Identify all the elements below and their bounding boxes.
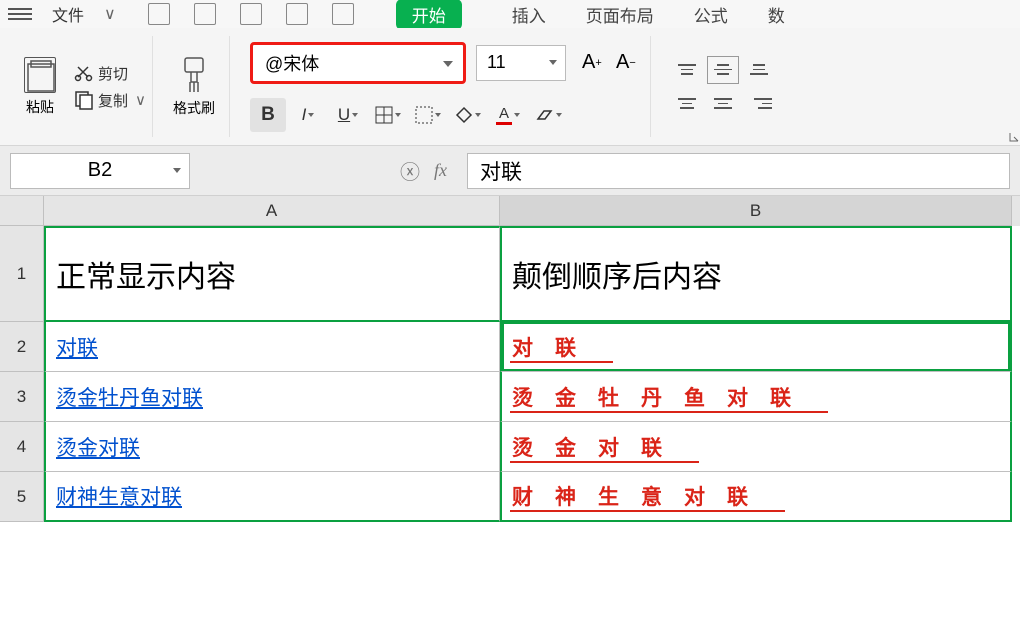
align-center-button[interactable] xyxy=(707,90,739,118)
qa-icon-1[interactable] xyxy=(148,3,170,25)
copy-label: 复制 xyxy=(98,90,128,111)
eraser-icon xyxy=(534,107,554,123)
table-row: 3 烫金牡丹鱼对联 烫金牡丹鱼对联 xyxy=(0,372,1020,422)
cell-a3[interactable]: 烫金牡丹鱼对联 xyxy=(44,372,500,422)
cut-label: 剪切 xyxy=(98,63,128,84)
fx-icon[interactable]: fx xyxy=(434,160,447,181)
copy-button[interactable]: 复制 ∨ xyxy=(74,90,146,111)
cell-b5-text: 财神生意对联 xyxy=(512,481,770,511)
tab-insert[interactable]: 插入 xyxy=(512,2,546,27)
cell-a1[interactable]: 正常显示内容 xyxy=(44,226,500,322)
italic-button[interactable]: I xyxy=(290,98,326,132)
increase-font-button[interactable]: A+ xyxy=(582,49,610,77)
border-button[interactable] xyxy=(370,98,406,132)
font-name-select[interactable]: @宋体 xyxy=(250,42,466,84)
table-row: 1 正常显示内容 颠倒顺序后内容 xyxy=(0,226,1020,322)
copy-icon xyxy=(74,90,94,110)
row-header-2[interactable]: 2 xyxy=(0,322,44,372)
cell-b4-text: 烫金对联 xyxy=(512,432,684,462)
cell-a4[interactable]: 烫金对联 xyxy=(44,422,500,472)
format-painter-button[interactable]: 格式刷 xyxy=(165,56,223,118)
paste-button[interactable]: 粘贴 xyxy=(16,57,64,117)
cancel-formula-icon[interactable]: ⓧ xyxy=(400,156,420,185)
column-headers: A B xyxy=(0,196,1020,226)
bold-button[interactable]: B xyxy=(250,98,286,132)
cell-b2[interactable]: 对联 xyxy=(500,322,1012,372)
row-header-1[interactable]: 1 xyxy=(0,226,44,322)
align-bottom-button[interactable] xyxy=(743,56,775,84)
tab-layout[interactable]: 页面布局 xyxy=(586,2,654,27)
name-box[interactable]: B2 xyxy=(10,153,190,189)
align-right-button[interactable] xyxy=(743,90,775,118)
cell-b3[interactable]: 烫金牡丹鱼对联 xyxy=(500,372,1012,422)
qa-icon-4[interactable] xyxy=(286,3,308,25)
cell-a5[interactable]: 财神生意对联 xyxy=(44,472,500,522)
menu-bar: 文件 ∨ 开始 插入 页面布局 公式 数 xyxy=(0,0,1020,28)
spreadsheet-grid: A B 1 正常显示内容 颠倒顺序后内容 2 对联 对联 3 烫金牡丹鱼对联 烫… xyxy=(0,196,1020,522)
eraser-button[interactable] xyxy=(530,98,566,132)
paste-icon xyxy=(25,58,57,94)
table-row: 4 烫金对联 烫金对联 xyxy=(0,422,1020,472)
fill-color-button[interactable] xyxy=(450,98,486,132)
decrease-font-button[interactable]: A− xyxy=(616,49,644,77)
border-icon xyxy=(375,106,393,124)
qa-icon-3[interactable] xyxy=(240,3,262,25)
font-name-value: @宋体 xyxy=(265,50,319,76)
alignment-group xyxy=(657,56,775,118)
column-header-a[interactable]: A xyxy=(44,196,500,226)
table-row: 5 财神生意对联 财神生意对联 xyxy=(0,472,1020,522)
formula-bar[interactable]: 对联 xyxy=(467,153,1010,189)
row-header-4[interactable]: 4 xyxy=(0,422,44,472)
hamburger-icon[interactable] xyxy=(8,4,32,24)
ribbon: 粘贴 剪切 复制 ∨ 格式刷 xyxy=(0,28,1020,146)
tab-start[interactable]: 开始 xyxy=(396,0,462,30)
formula-bar-row: B2 ⓧ fx 对联 xyxy=(0,146,1020,196)
cell-b1[interactable]: 颠倒顺序后内容 xyxy=(500,226,1012,322)
font-color-button[interactable]: A xyxy=(490,98,526,132)
clipboard-dialog-launcher[interactable] xyxy=(1008,131,1020,143)
cell-b3-text: 烫金牡丹鱼对联 xyxy=(512,382,813,412)
align-top-button[interactable] xyxy=(671,56,703,84)
formula-bar-value: 对联 xyxy=(480,156,522,186)
quick-access-toolbar xyxy=(136,3,376,25)
qa-icon-2[interactable] xyxy=(194,3,216,25)
font-size-value: 11 xyxy=(487,52,506,73)
cell-b5[interactable]: 财神生意对联 xyxy=(500,472,1012,522)
tab-data[interactable]: 数 xyxy=(768,2,785,27)
align-middle-button[interactable] xyxy=(707,56,739,84)
scissors-icon xyxy=(74,63,94,83)
underline-button[interactable]: U xyxy=(330,98,366,132)
fill-icon xyxy=(455,106,473,124)
cut-button[interactable]: 剪切 xyxy=(74,63,146,84)
cell-b4[interactable]: 烫金对联 xyxy=(500,422,1012,472)
brush-icon xyxy=(179,56,209,96)
file-menu[interactable]: 文件 xyxy=(52,2,84,26)
align-left-button[interactable] xyxy=(671,90,703,118)
row-header-5[interactable]: 5 xyxy=(0,472,44,522)
font-color-icon: A xyxy=(496,105,512,125)
paste-label: 粘贴 xyxy=(26,97,54,117)
format-painter-label: 格式刷 xyxy=(173,98,215,118)
column-header-b[interactable]: B xyxy=(500,196,1012,226)
qa-icon-5[interactable] xyxy=(332,3,354,25)
cell-b2-text: 对联 xyxy=(512,332,598,362)
name-box-value: B2 xyxy=(88,159,112,182)
table-row: 2 对联 对联 xyxy=(0,322,1020,372)
select-all-corner[interactable] xyxy=(0,196,44,226)
cell-a2[interactable]: 对联 xyxy=(44,322,500,372)
row-header-3[interactable]: 3 xyxy=(0,372,44,422)
font-size-select[interactable]: 11 xyxy=(476,45,566,81)
tab-formula[interactable]: 公式 xyxy=(694,2,728,27)
border-style-button[interactable] xyxy=(410,98,446,132)
border-style-icon xyxy=(415,106,433,124)
